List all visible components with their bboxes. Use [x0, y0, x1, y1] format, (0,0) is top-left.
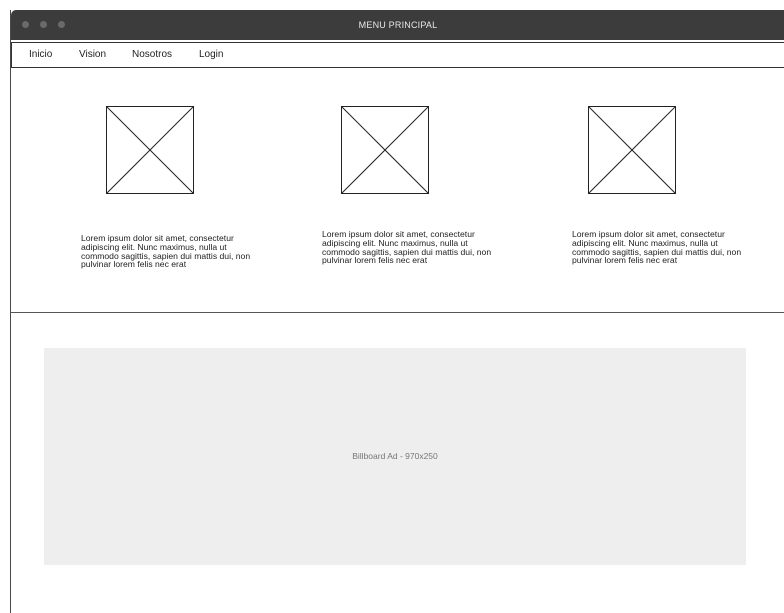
feature-text: Lorem ipsum dolor sit amet, consectetur …	[322, 229, 492, 266]
nav-item-login[interactable]: Login	[199, 43, 223, 67]
nav-item-nosotros[interactable]: Nosotros	[132, 43, 172, 67]
billboard-ad-label: Billboard Ad - 970x250	[352, 451, 438, 461]
image-placeholder-icon	[341, 106, 429, 194]
image-placeholder-icon	[106, 106, 194, 194]
billboard-ad[interactable]: Billboard Ad - 970x250	[44, 348, 746, 565]
window-title: MENU PRINCIPAL	[358, 20, 438, 30]
nav-item-inicio[interactable]: Inicio	[29, 43, 52, 67]
feature-text: Lorem ipsum dolor sit amet, consectetur …	[572, 229, 742, 266]
app-window: MENU PRINCIPAL Inicio Vision Nosotros Lo…	[10, 10, 784, 613]
title-bar: MENU PRINCIPAL	[11, 10, 784, 40]
nav-bar: Inicio Vision Nosotros Login	[11, 42, 784, 68]
nav-item-vision[interactable]: Vision	[79, 43, 106, 67]
image-placeholder-icon	[588, 106, 676, 194]
section-divider	[11, 312, 784, 313]
feature-text: Lorem ipsum dolor sit amet, consectetur …	[81, 233, 251, 270]
